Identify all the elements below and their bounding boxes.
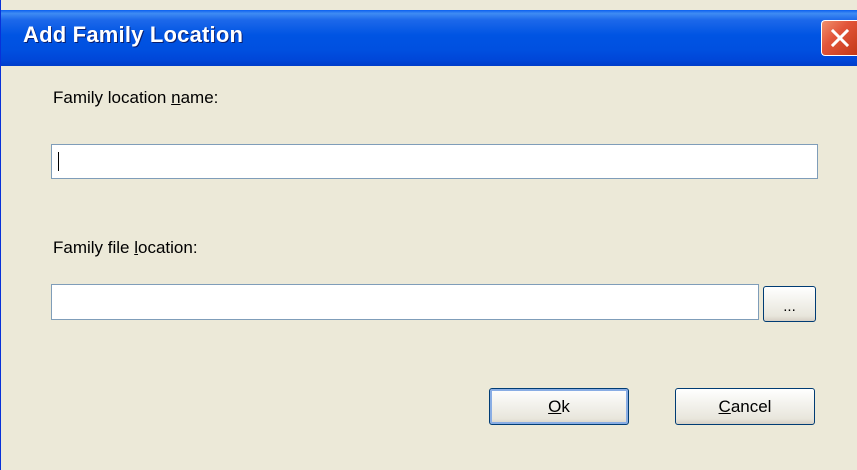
family-location-name-input[interactable] <box>51 144 818 179</box>
title-bar[interactable]: Add Family Location <box>1 10 857 66</box>
family-location-name-label: Family location name: <box>53 88 219 107</box>
family-file-location-label: Family file location: <box>53 238 198 257</box>
close-icon <box>830 28 850 48</box>
ok-button[interactable]: Ok <box>489 388 629 425</box>
cancel-button-label: Cancel <box>718 397 772 416</box>
add-family-location-dialog: Add Family Location Family location name… <box>0 0 857 470</box>
text-caret <box>58 152 59 171</box>
family-file-location-input[interactable] <box>51 284 759 320</box>
browse-button-label: ... <box>783 298 796 315</box>
close-button[interactable] <box>821 20 857 56</box>
ok-button-label: Ok <box>548 397 570 416</box>
dialog-title: Add Family Location <box>23 22 244 47</box>
browse-button[interactable]: ... <box>763 286 816 322</box>
cancel-button[interactable]: Cancel <box>675 388 815 425</box>
